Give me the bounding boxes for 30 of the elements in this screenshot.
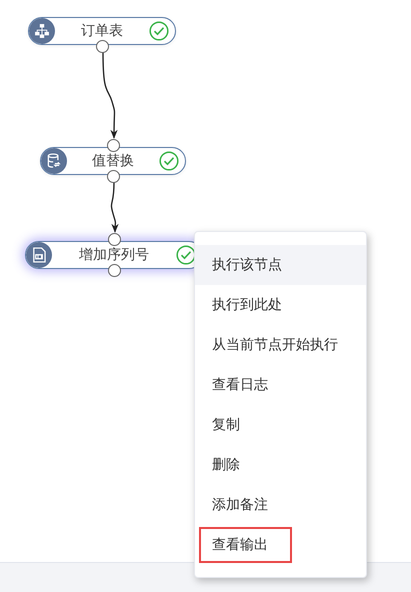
flow-node[interactable]: 值替换 bbox=[40, 147, 186, 175]
menu-item-label: 执行到此处 bbox=[212, 296, 283, 315]
node-type-icon bbox=[26, 242, 52, 268]
port-handle[interactable] bbox=[108, 264, 121, 277]
menu-item[interactable]: 执行该节点 bbox=[195, 245, 366, 285]
menu-item-label: 查看日志 bbox=[212, 376, 269, 395]
node-label: 订单表 bbox=[80, 22, 124, 40]
port-handle[interactable] bbox=[96, 40, 109, 53]
node-label: 值替换 bbox=[91, 152, 135, 170]
port-handle[interactable] bbox=[107, 139, 120, 152]
highlighted-label: 查看输出 bbox=[199, 527, 292, 563]
port-handle[interactable] bbox=[108, 233, 121, 246]
menu-item[interactable]: 执行到此处 bbox=[195, 285, 366, 325]
menu-item-label: 删除 bbox=[212, 456, 241, 475]
menu-item[interactable]: 删除 bbox=[195, 445, 366, 485]
menu-item[interactable]: 复制 bbox=[195, 405, 366, 445]
node-type-icon bbox=[41, 148, 67, 174]
menu-item-label: 复制 bbox=[212, 416, 241, 435]
menu-item[interactable]: 查看输出 bbox=[195, 525, 366, 565]
port-handle[interactable] bbox=[107, 170, 120, 183]
connector-arrow bbox=[110, 182, 119, 233]
menu-item[interactable]: 查看日志 bbox=[195, 365, 366, 405]
menu-item[interactable]: 从当前节点开始执行 bbox=[195, 325, 366, 365]
menu-item[interactable]: 添加备注 bbox=[195, 485, 366, 525]
flow-node[interactable]: 订单表 bbox=[28, 17, 176, 45]
node-label: 增加序列号 bbox=[78, 246, 150, 264]
menu-item-label: 从当前节点开始执行 bbox=[212, 336, 339, 355]
menu-item-label: 执行该节点 bbox=[212, 256, 283, 275]
menu-item-label: 添加备注 bbox=[212, 496, 269, 515]
node-type-icon bbox=[29, 18, 55, 44]
